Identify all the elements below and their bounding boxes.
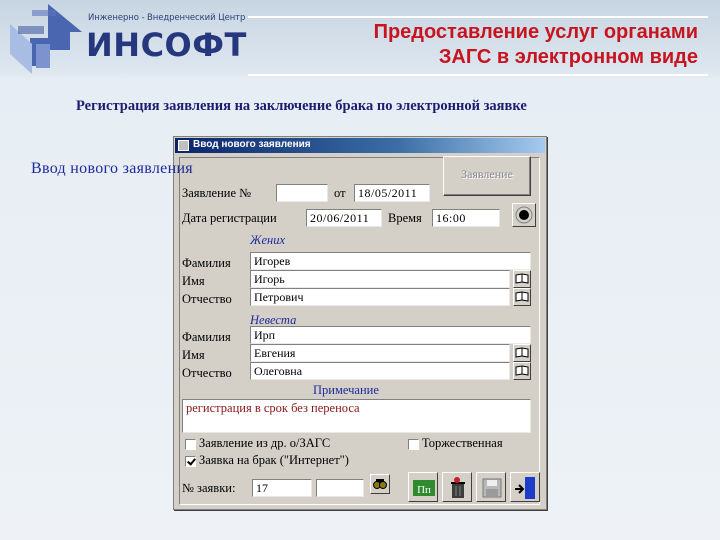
solemn-checkbox[interactable] xyxy=(408,439,419,450)
bride-surname-field[interactable]: Ирп xyxy=(250,326,531,344)
bride-surname-label: Фамилия xyxy=(182,330,231,344)
book-icon xyxy=(515,365,529,376)
print-button[interactable]: Пп xyxy=(408,472,438,502)
bride-patronymic-lookup-button[interactable] xyxy=(513,362,531,380)
groom-section-label: Жених xyxy=(250,233,285,247)
time-field[interactable]: 16:00 xyxy=(432,209,500,227)
groom-name-label: Имя xyxy=(182,274,205,288)
from-label: от xyxy=(334,186,346,200)
bride-name-lookup-button[interactable] xyxy=(513,344,531,362)
groom-patronymic-lookup-button[interactable] xyxy=(513,288,531,306)
window-title: Ввод нового заявления xyxy=(193,139,311,150)
exit-button[interactable] xyxy=(510,472,540,502)
delete-icon xyxy=(451,477,465,498)
statement-button-label: Заявление xyxy=(461,167,513,181)
exit-door-icon xyxy=(515,477,535,499)
window-titlebar[interactable]: Ввод нового заявления xyxy=(175,138,545,153)
statement-button[interactable]: Заявление xyxy=(443,156,531,196)
bride-name-field[interactable]: Евгения xyxy=(250,344,510,362)
reg-date-label: Дата регистрации xyxy=(182,211,277,225)
window-app-icon xyxy=(178,140,189,151)
book-icon xyxy=(515,291,529,302)
groom-surname-field[interactable]: Игорев xyxy=(250,252,531,270)
form-heading: Ввод нового заявления xyxy=(31,160,193,177)
slide-title-line2: ЗАГС в электронном виде xyxy=(438,46,698,68)
binoculars-icon xyxy=(373,479,387,489)
search-button[interactable] xyxy=(370,474,390,494)
statement-no-label: Заявление № xyxy=(182,186,252,200)
time-label: Время xyxy=(388,211,422,225)
logo-arrow-icon xyxy=(10,4,82,74)
note-textarea[interactable]: регистрация в срок без переноса xyxy=(182,399,531,433)
book-icon xyxy=(515,273,529,284)
from-date-field[interactable]: 18/05/2011 xyxy=(354,184,430,202)
groom-name-lookup-button[interactable] xyxy=(513,270,531,288)
groom-name-field[interactable]: Игорь xyxy=(250,270,510,288)
header-divider-top xyxy=(248,16,708,18)
record-icon xyxy=(515,206,533,224)
logo-name: ИНСОФТ xyxy=(86,26,247,64)
svg-text:Пп: Пп xyxy=(417,484,431,496)
internet-request-label: Заявка на брак ("Интернет") xyxy=(199,453,349,467)
logo-subtitle: Инженерно - Внедренческий Центр xyxy=(88,13,246,23)
request-no-label: № заявки: xyxy=(182,481,236,495)
groom-patronymic-label: Отчество xyxy=(182,292,232,306)
statement-no-field[interactable] xyxy=(276,184,328,202)
other-zags-label: Заявление из др. о/ЗАГС xyxy=(199,436,331,450)
bride-patronymic-label: Отчество xyxy=(182,366,232,380)
save-icon xyxy=(482,478,502,498)
book-icon xyxy=(515,347,529,358)
time-picker-button[interactable] xyxy=(512,203,536,227)
bride-name-label: Имя xyxy=(182,348,205,362)
print-icon: Пп xyxy=(413,480,435,496)
request-no-extra-field[interactable] xyxy=(316,479,364,497)
delete-button[interactable] xyxy=(442,472,472,502)
slide-title-line1: Предоставление услуг органами xyxy=(373,21,698,43)
bride-patronymic-field[interactable]: Олеговна xyxy=(250,362,510,380)
header-divider-bottom xyxy=(248,74,708,76)
slide-subtitle: Регистрация заявления на заключение брак… xyxy=(76,98,527,114)
groom-surname-label: Фамилия xyxy=(182,256,231,270)
solemn-label: Торжественная xyxy=(422,436,503,450)
internet-request-checkbox[interactable] xyxy=(185,456,196,467)
groom-patronymic-field[interactable]: Петрович xyxy=(250,288,510,306)
note-label: Примечание xyxy=(313,383,379,397)
other-zags-checkbox[interactable] xyxy=(185,439,196,450)
request-no-field[interactable]: 17 xyxy=(252,479,312,497)
reg-date-field[interactable]: 20/06/2011 xyxy=(306,209,382,227)
save-button[interactable] xyxy=(476,472,506,502)
